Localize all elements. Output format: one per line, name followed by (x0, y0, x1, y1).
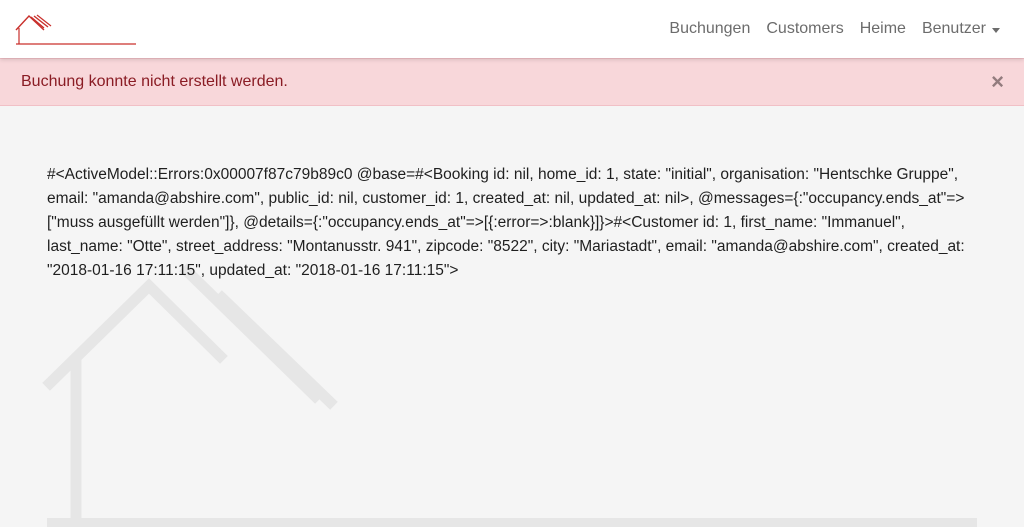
caret-down-icon (992, 27, 1000, 33)
nav-item-label: Buchungen (669, 20, 751, 37)
close-icon[interactable]: × (991, 71, 1004, 93)
nav-item-customers[interactable]: Customers (766, 20, 843, 38)
house-logo-icon (15, 14, 136, 45)
error-alert: Buchung konnte nicht erstellt werden. × (0, 58, 1024, 106)
nav-item-heime[interactable]: Heime (860, 20, 906, 38)
alert-message: Buchung konnte nicht erstellt werden. (21, 73, 288, 90)
nav-item-label: Heime (859, 20, 906, 37)
main-nav: Buchungen Customers Heime Benutzer (653, 0, 1000, 58)
nav-item-benutzer-dropdown[interactable]: Benutzer (922, 20, 1000, 38)
brand-logo-link[interactable] (14, 10, 138, 48)
nav-item-label: Benutzer (921, 20, 986, 37)
navbar: Buchungen Customers Heime Benutzer (0, 0, 1024, 58)
nav-item-buchungen[interactable]: Buchungen (669, 20, 750, 38)
nav-item-label: Customers (766, 20, 844, 37)
error-dump-text: #<ActiveModel::Errors:0x00007f87c79b89c0… (47, 166, 965, 279)
